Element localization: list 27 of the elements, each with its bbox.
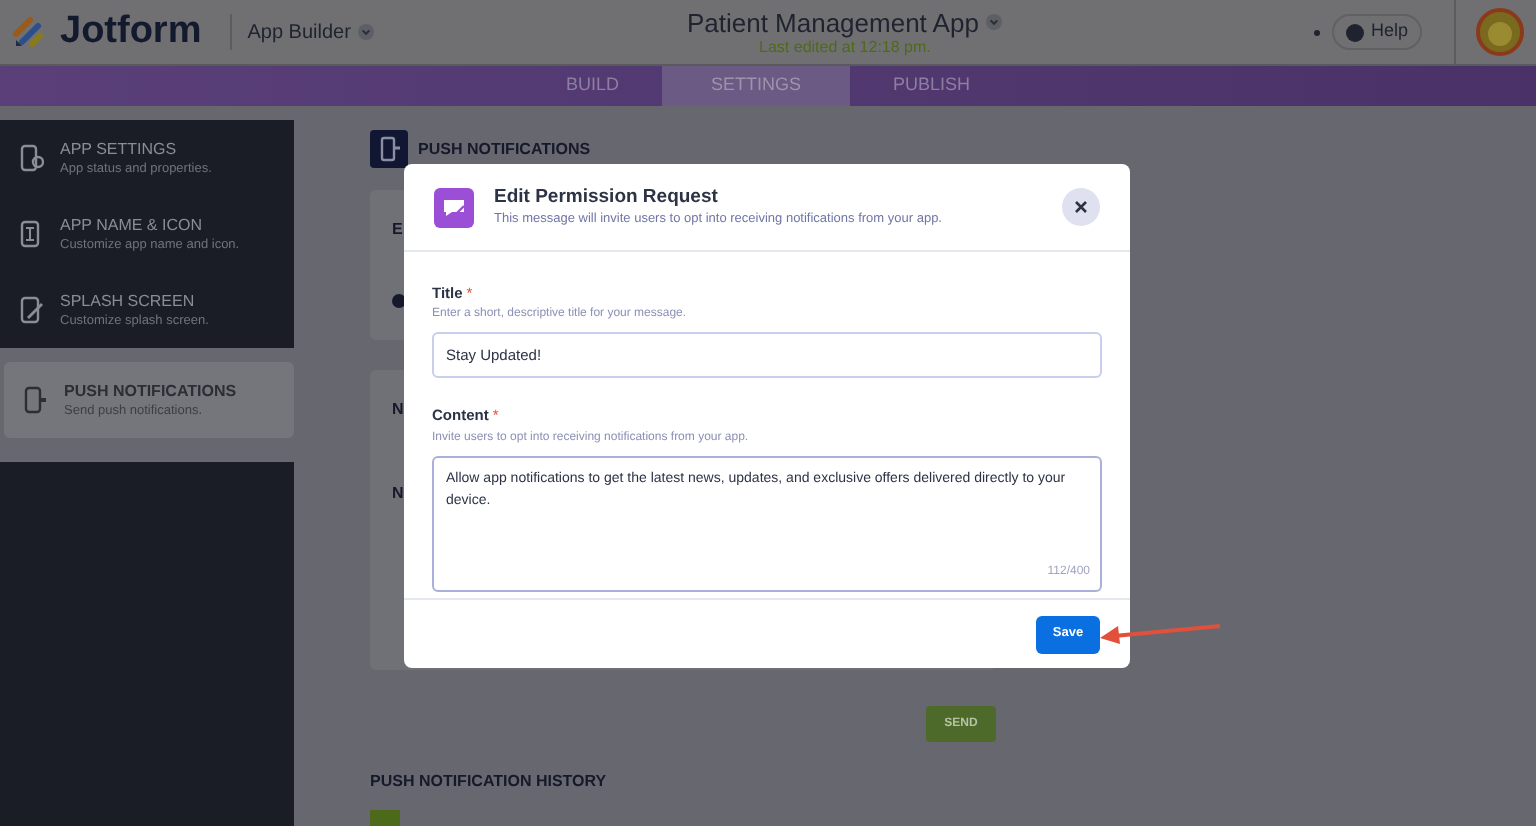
phone-text-icon	[16, 218, 44, 250]
logo-icon	[12, 14, 48, 50]
caret-icon	[358, 24, 375, 40]
nav-tab[interactable]: PUBLISH	[849, 66, 1015, 106]
app-builder-dropdown[interactable]: App Builder	[247, 17, 375, 47]
chat-icon	[434, 187, 474, 227]
phone-pen-icon	[16, 294, 44, 326]
card-label: N	[392, 398, 404, 422]
history-title: PUSH NOTIFICATION HISTORY	[370, 770, 609, 794]
phone-icon	[370, 130, 408, 168]
card-label: E	[392, 218, 403, 242]
close-icon	[1074, 200, 1088, 214]
close-button[interactable]	[1062, 188, 1100, 226]
help-icon	[1346, 23, 1365, 41]
nav-tab[interactable]: BUILD	[521, 66, 663, 106]
help-button[interactable]: Help	[1332, 14, 1422, 50]
phone-gear-icon	[16, 142, 44, 174]
arrow-annotation	[1098, 618, 1222, 646]
card-label: N	[392, 482, 404, 506]
logo-text: Jotform	[60, 7, 202, 56]
modal-title: Edit Permission Request	[494, 186, 720, 210]
app-title-dropdown[interactable]: Patient Management App	[686, 7, 1003, 37]
history-item-icon	[370, 810, 400, 826]
nav-tab[interactable]: SETTINGS	[662, 66, 849, 106]
last-edited-text: Last edited at 12:18 pm.	[759, 37, 931, 57]
caret-icon	[986, 14, 1003, 30]
section-title: PUSH NOTIFICATIONS	[418, 137, 591, 161]
